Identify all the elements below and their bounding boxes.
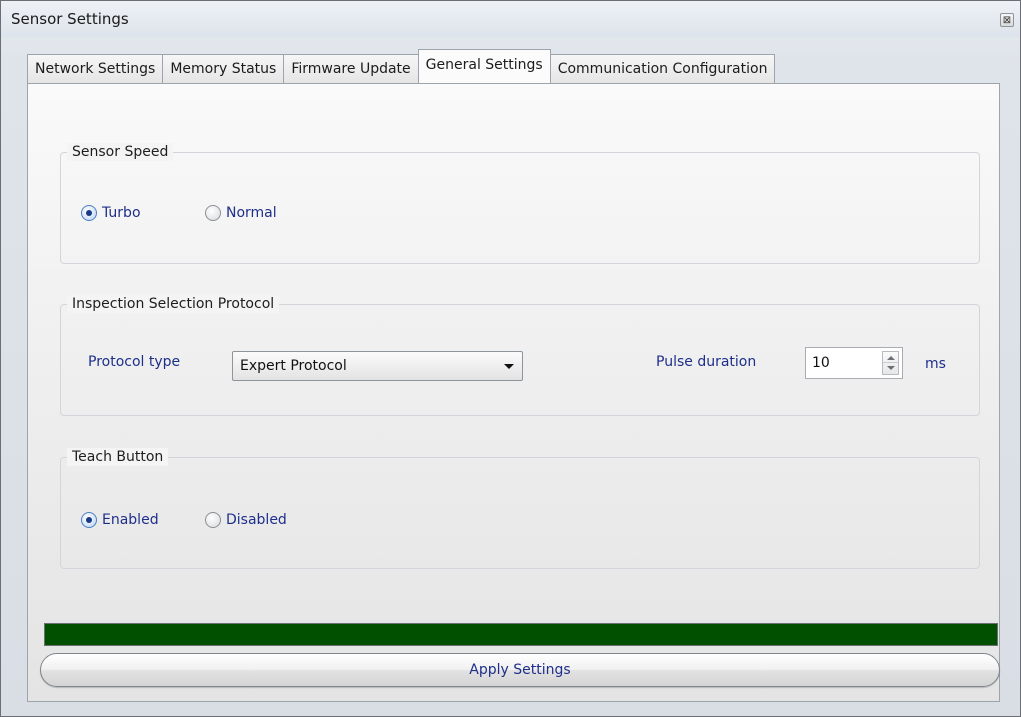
sensor-settings-window: Sensor Settings ⊠ Network Settings Memor… — [0, 0, 1021, 717]
progress-bar — [44, 623, 998, 646]
enabled-radio[interactable]: Enabled — [81, 512, 159, 528]
tab-general-settings[interactable]: General Settings — [417, 49, 551, 83]
disabled-radio-indicator — [205, 512, 221, 528]
pulse-duration-stepper[interactable]: 10 — [805, 347, 903, 379]
pulse-duration-value: 10 — [812, 355, 830, 371]
arrow-down-icon[interactable] — [887, 366, 895, 370]
disabled-radio[interactable]: Disabled — [205, 512, 287, 528]
disabled-radio-label: Disabled — [226, 512, 287, 528]
teach-button-label: Teach Button — [67, 448, 169, 466]
stepper-buttons[interactable] — [882, 351, 899, 375]
title-bar: Sensor Settings ⊠ — [1, 1, 1020, 37]
enabled-radio-label: Enabled — [102, 512, 159, 528]
tab-firmware-update[interactable]: Firmware Update — [283, 54, 419, 83]
turbo-radio-indicator — [81, 205, 97, 221]
tab-communication-configuration[interactable]: Communication Configuration — [549, 54, 776, 83]
protocol-type-select[interactable]: Expert Protocol — [232, 351, 523, 381]
sensor-speed-group: Sensor Speed — [60, 143, 980, 264]
sensor-speed-label: Sensor Speed — [67, 143, 174, 161]
enabled-radio-indicator — [81, 512, 97, 528]
arrow-up-icon[interactable] — [887, 356, 895, 360]
chevron-down-icon — [504, 364, 514, 369]
protocol-type-value: Expert Protocol — [240, 358, 347, 374]
turbo-radio[interactable]: Turbo — [81, 205, 141, 221]
apply-settings-button[interactable]: Apply Settings — [40, 653, 1000, 687]
normal-radio-label: Normal — [226, 205, 277, 221]
normal-radio-indicator — [205, 205, 221, 221]
stepper-divider — [883, 362, 898, 363]
tab-network-settings[interactable]: Network Settings — [27, 54, 164, 83]
progress-fill — [45, 624, 997, 645]
tab-strip: Network Settings Memory Status Firmware … — [27, 49, 776, 83]
normal-radio[interactable]: Normal — [205, 205, 277, 221]
tab-memory-status[interactable]: Memory Status — [162, 54, 285, 83]
close-icon[interactable]: ⊠ — [1000, 13, 1014, 27]
protocol-type-label: Protocol type — [88, 354, 181, 370]
pulse-duration-label: Pulse duration — [656, 354, 757, 370]
pulse-unit-label: ms — [925, 356, 946, 372]
turbo-radio-label: Turbo — [102, 205, 141, 221]
teach-button-group: Teach Button — [60, 448, 980, 569]
inspection-protocol-label: Inspection Selection Protocol — [67, 295, 280, 313]
window-title: Sensor Settings — [11, 10, 129, 28]
